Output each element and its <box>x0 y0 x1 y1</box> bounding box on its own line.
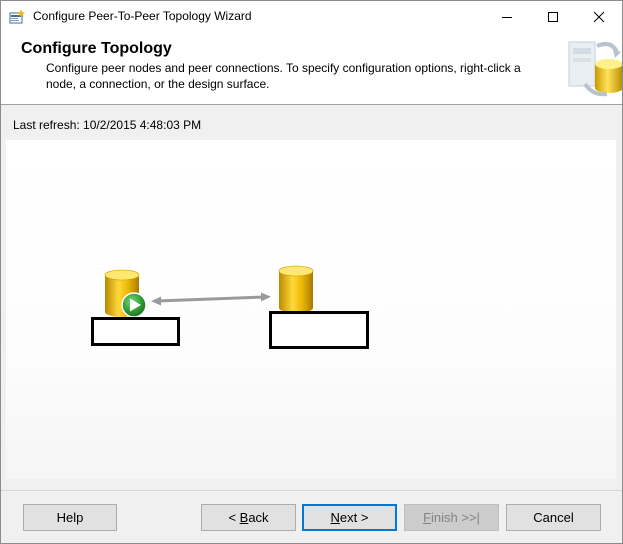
back-button-label: < Back <box>228 510 268 525</box>
minimize-button[interactable] <box>484 1 530 32</box>
wizard-header: Configure Topology Configure peer nodes … <box>1 32 622 105</box>
next-button[interactable]: Next > <box>302 504 397 531</box>
publisher-play-icon <box>121 292 147 318</box>
help-button[interactable]: Help <box>23 504 117 531</box>
finish-button[interactable]: Finish >>| <box>404 504 499 531</box>
maximize-icon <box>548 11 558 22</box>
peer-node-2-database-icon[interactable] <box>278 265 314 313</box>
last-refresh-label: Last refresh: 10/2/2015 4:48:03 PM <box>13 118 202 132</box>
finish-accelerator: F <box>423 510 432 525</box>
back-rest: ack <box>248 510 269 525</box>
wizard-app-icon <box>9 9 25 24</box>
back-button[interactable]: < Back <box>201 504 296 531</box>
topology-design-surface[interactable] <box>6 140 616 479</box>
window-title: Configure Peer-To-Peer Topology Wizard <box>33 9 252 23</box>
page-title: Configure Topology <box>21 40 172 57</box>
maximize-button[interactable] <box>530 1 576 32</box>
close-icon <box>593 11 605 22</box>
peer-connection-arrow[interactable] <box>151 292 271 306</box>
next-accelerator: N <box>330 510 340 525</box>
close-button[interactable] <box>576 1 622 32</box>
next-button-label: Next > <box>331 510 369 525</box>
help-button-label: Help <box>56 510 84 525</box>
back-prefix: < <box>228 510 240 525</box>
minimize-icon <box>502 16 512 18</box>
cancel-button-label: Cancel <box>533 510 574 525</box>
replication-banner-icon <box>568 41 622 97</box>
title-bar[interactable]: Configure Peer-To-Peer Topology Wizard <box>1 1 622 32</box>
wizard-window: Configure Peer-To-Peer Topology Wizard C… <box>0 0 623 544</box>
page-description: Configure peer nodes and peer connection… <box>46 61 521 91</box>
next-rest: ext > <box>339 510 369 525</box>
peer-node-2-label-box[interactable] <box>269 311 369 349</box>
footer-separator <box>1 490 622 491</box>
finish-button-label: Finish >>| <box>423 510 480 525</box>
peer-node-1-label-box[interactable] <box>91 317 180 346</box>
finish-rest: inish >>| <box>431 510 480 525</box>
topology-canvas <box>104 265 314 318</box>
cancel-button[interactable]: Cancel <box>506 504 601 531</box>
